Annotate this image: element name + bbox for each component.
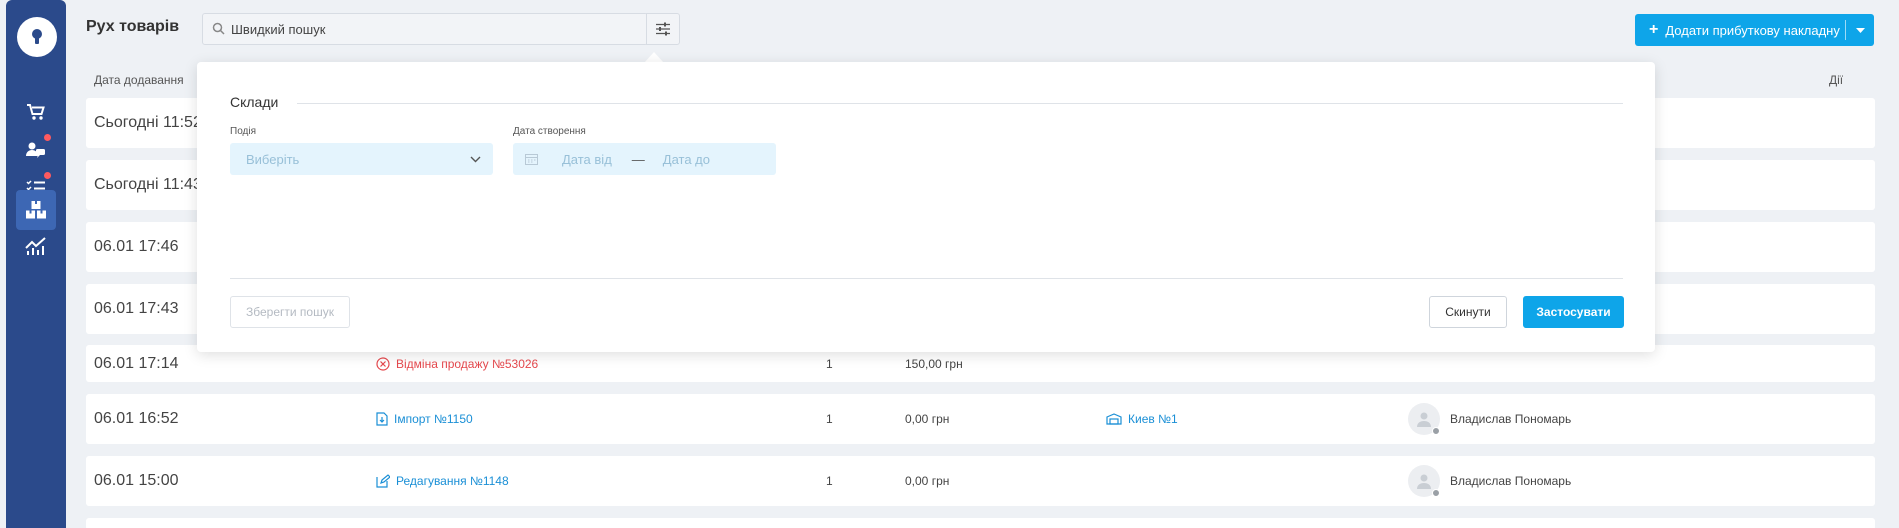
search-icon	[212, 22, 225, 35]
add-dropdown-toggle[interactable]	[1846, 14, 1874, 46]
add-receipt-invoice-button[interactable]: + Додати прибуткову накладну	[1635, 14, 1874, 46]
import-file-icon	[376, 412, 388, 426]
section-divider	[297, 103, 1623, 104]
user-name: Владислав Пономарь	[1450, 474, 1572, 488]
date-separator: —	[631, 151, 645, 167]
column-header-actions: Дії	[1829, 73, 1844, 87]
event-field-label: Подія	[230, 126, 257, 137]
sliders-icon	[656, 22, 670, 36]
column-header-date[interactable]: Дата додавання	[94, 73, 184, 87]
row-date: 06.01 15:00	[94, 472, 179, 489]
row-date: Сьогодні 11:52	[94, 114, 202, 131]
boxes-icon	[26, 201, 46, 219]
row-date: 06.01 17:46	[94, 238, 179, 255]
logo[interactable]	[17, 17, 57, 57]
cart-icon	[27, 104, 45, 120]
row-sum: 0,00 грн	[905, 412, 950, 426]
caret-down-icon	[1855, 27, 1865, 33]
filter-toggle-button[interactable]	[646, 13, 680, 45]
event-select-placeholder: Виберіть	[246, 151, 300, 167]
event-link-label: Відміна продажу №53026	[396, 356, 539, 371]
chevron-down-icon	[470, 156, 481, 162]
chart-icon	[25, 237, 46, 255]
event-link-label: Імпорт №1150	[394, 412, 473, 426]
cancel-circle-icon	[376, 356, 390, 371]
keyhole-icon	[32, 29, 42, 44]
row-event: Редагування №1148	[376, 456, 509, 506]
row-date: 06.01 17:14	[94, 354, 179, 372]
search-input[interactable]	[231, 14, 631, 44]
warehouse-icon	[1106, 413, 1122, 425]
add-receipt-invoice-label: Додати прибуткову накладну	[1665, 22, 1840, 38]
save-search-button[interactable]: Зберегти пошук	[230, 296, 350, 328]
event-link-label: Редагування №1148	[396, 474, 509, 488]
sidebar-item-clients[interactable]	[16, 130, 56, 170]
notification-badge	[44, 172, 51, 179]
table-row[interactable]: 06.01 16:52 Імпорт №1150 1 0,00 грн Киев…	[86, 394, 1875, 444]
search-box	[202, 13, 648, 45]
row-quantity: 1	[826, 412, 833, 426]
edit-icon	[376, 474, 390, 488]
row-date: 06.01 17:43	[94, 300, 179, 317]
users-chat-icon	[26, 142, 45, 158]
reset-button[interactable]: Скинути	[1429, 296, 1507, 328]
user-icon	[1417, 474, 1431, 489]
row-event: Імпорт №1150	[376, 394, 473, 444]
row-sum: 0,00 грн	[905, 474, 950, 488]
row-user: Владислав Пономарь	[1408, 456, 1571, 506]
user-name: Владислав Пономарь	[1450, 412, 1572, 426]
avatar	[1408, 403, 1440, 435]
calendar-icon	[525, 154, 538, 165]
warehouse-label: Киев №1	[1128, 412, 1178, 426]
avatar	[1408, 465, 1440, 497]
apply-button[interactable]: Застосувати	[1523, 296, 1624, 328]
row-quantity: 1	[826, 474, 833, 488]
date-to-input[interactable]: Дата до	[663, 152, 710, 167]
row-date: Сьогодні 11:43	[94, 176, 202, 193]
filter-popup: Склади Подія Виберіть Дата створення Дат…	[197, 62, 1655, 352]
row-warehouse[interactable]: Киев №1	[1106, 394, 1178, 444]
page-title: Рух товарів	[86, 18, 180, 35]
notification-badge	[44, 134, 51, 141]
plus-icon: +	[1649, 21, 1659, 38]
table-row[interactable]: 06.01 15:00 Редагування №1148 1 0,00 грн…	[86, 456, 1875, 506]
table-row[interactable]	[86, 518, 1875, 528]
row-user: Владислав Пономарь	[1408, 394, 1571, 444]
date-range-input[interactable]: Дата від — Дата до	[513, 143, 776, 175]
filter-section-title: Склади	[230, 94, 279, 110]
event-link[interactable]: Відміна продажу №53026	[376, 357, 538, 371]
add-receipt-invoice-main[interactable]: + Додати прибуткову накладну	[1635, 14, 1845, 46]
sidebar	[6, 0, 66, 528]
sidebar-item-analytics[interactable]	[16, 226, 56, 266]
date-from-input[interactable]: Дата від	[562, 152, 612, 167]
sidebar-item-warehouse[interactable]	[16, 190, 56, 230]
footer-divider	[230, 278, 1623, 279]
status-dot	[1432, 427, 1440, 435]
row-date: 06.01 16:52	[94, 410, 179, 427]
status-dot	[1432, 489, 1440, 497]
created-date-field-label: Дата створення	[513, 126, 586, 137]
sidebar-item-sales[interactable]	[16, 92, 56, 132]
event-select[interactable]: Виберіть	[230, 143, 493, 175]
event-link[interactable]: Імпорт №1150	[376, 412, 473, 426]
user-icon	[1417, 412, 1431, 427]
event-link[interactable]: Редагування №1148	[376, 474, 509, 488]
